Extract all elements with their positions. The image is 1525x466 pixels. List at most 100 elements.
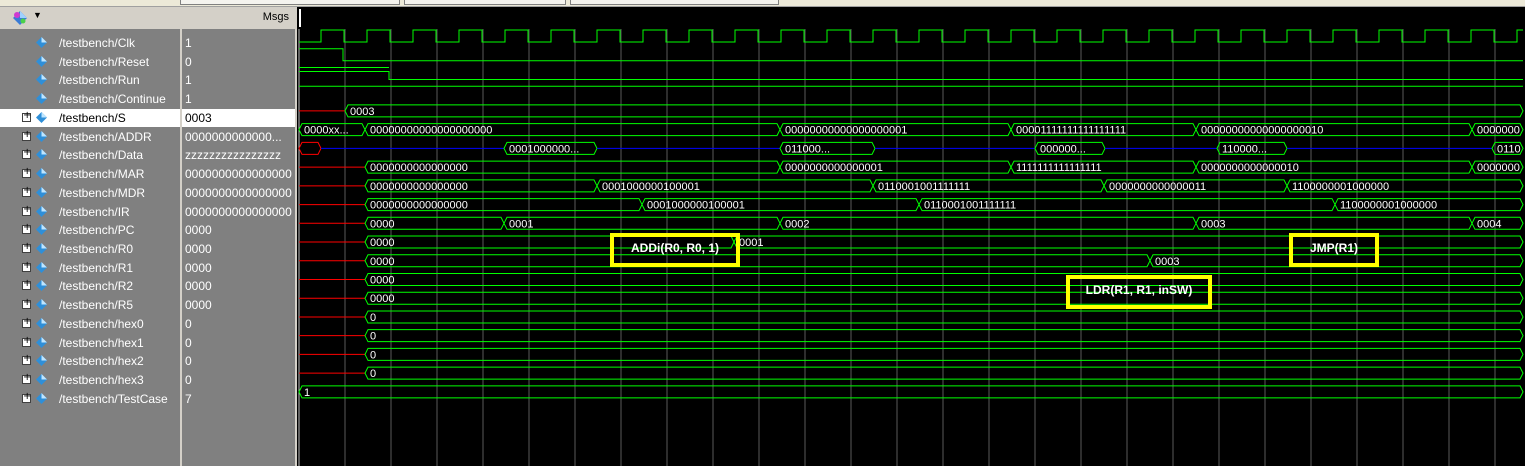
expand-icon[interactable]	[22, 391, 31, 403]
signal-row[interactable]: /testbench/Reset	[0, 53, 180, 71]
expand-icon[interactable]	[22, 260, 31, 272]
bus-signal-icon	[36, 243, 47, 255]
signal-row[interactable]: /testbench/hex1	[0, 334, 180, 352]
signal-value-row[interactable]: 0	[182, 315, 295, 333]
signal-row[interactable]: /testbench/hex0	[0, 315, 180, 333]
expand-icon[interactable]	[22, 204, 31, 216]
expand-icon[interactable]	[22, 185, 31, 197]
bus-signal-icon	[36, 299, 47, 311]
bus-value-label: 0000	[370, 274, 394, 286]
signal-value: 0000000000000...	[185, 129, 282, 144]
signal-name: /testbench/ADDR	[59, 129, 152, 144]
signal-name: /testbench/hex2	[59, 354, 144, 369]
expand-icon[interactable]	[22, 278, 31, 291]
waveform-pane[interactable]: 0003 0000xx... 00000000000000000000 0000000…	[297, 7, 1525, 466]
expand-icon[interactable]	[22, 297, 31, 310]
signal-value-row[interactable]: zzzzzzzzzzzzzzzz	[182, 146, 295, 164]
signal-value: 1	[185, 92, 192, 107]
signal-name: /testbench/Continue	[59, 92, 166, 107]
expand-icon[interactable]	[22, 222, 31, 235]
logic-signal-icon	[36, 37, 47, 48]
signal-value: 1	[185, 36, 192, 50]
signal-value-row[interactable]: 0000000000000000	[182, 165, 295, 183]
expand-icon[interactable]	[22, 335, 31, 347]
expand-icon[interactable]	[22, 166, 31, 179]
pane-tab[interactable]	[570, 0, 779, 5]
signal-row[interactable]: /testbench/hex3	[0, 371, 180, 389]
signal-value-row[interactable]: 0	[182, 53, 295, 71]
signal-value: 0	[185, 316, 192, 331]
signal-values-pane: Msgs 1 0 1 1 0003 0000000000000... zzzzzzzzzzz…	[182, 7, 295, 466]
expand-icon[interactable]	[22, 241, 31, 254]
annotation-jmp-text: JMP(R1)	[1309, 241, 1358, 255]
signal-value-row[interactable]: 0000000000000000	[182, 184, 295, 202]
signal-value-row[interactable]: 0	[182, 334, 295, 352]
signal-value: 0000	[185, 298, 212, 313]
annotation-addi-text: ADDi(R0, R0, 1)	[630, 241, 719, 255]
signal-row[interactable]: /testbench/R0	[0, 240, 180, 258]
bus-signal-icon	[36, 336, 47, 348]
bus-segment	[733, 235, 1524, 249]
signal-row[interactable]: /testbench/Continue	[0, 90, 180, 108]
chevron-down-icon[interactable]: ▼	[33, 10, 42, 20]
bus-value-label: 0000000000000001	[785, 162, 883, 174]
annotation-ldr-text: LDR(R1, R1, inSW)	[1085, 283, 1193, 297]
signal-row[interactable]: /testbench/TestCase	[0, 390, 180, 408]
expand-icon[interactable]	[22, 129, 31, 141]
bus-value-label: 0001000000100001	[602, 181, 700, 193]
msgs-label: Msgs	[262, 11, 289, 23]
signal-name: /testbench/hex0	[59, 316, 144, 331]
signal-row[interactable]: /testbench/S	[0, 108, 180, 127]
signal-row[interactable]: /testbench/MAR	[0, 165, 180, 183]
wave-logo-icon[interactable]	[12, 10, 28, 26]
signal-value-row[interactable]: 0000	[182, 240, 295, 258]
bus-value-label: 0000000000000011	[1109, 181, 1206, 193]
signal-value-row[interactable]: 0000000000000000	[182, 203, 295, 221]
signal-value-row[interactable]: 1	[182, 90, 295, 108]
signal-value-row[interactable]: 1	[182, 71, 295, 89]
signal-value-row[interactable]: 1	[182, 34, 295, 52]
signal-row[interactable]: /testbench/IR	[0, 203, 180, 221]
signal-name: /testbench/hex3	[59, 373, 144, 388]
signal-row[interactable]: /testbench/MDR	[0, 184, 180, 202]
signal-name: /testbench/IR	[59, 204, 130, 219]
logic-signal-icon	[36, 93, 47, 105]
signal-row[interactable]: /testbench/Run	[0, 71, 180, 89]
signal-value-row[interactable]: 7	[182, 390, 295, 408]
signal-value-row[interactable]: 0	[182, 371, 295, 389]
bus-value-label: 0	[370, 349, 376, 361]
signal-value-row[interactable]: 0	[182, 352, 295, 370]
signal-row[interactable]: /testbench/Data	[0, 146, 180, 164]
signal-row[interactable]: /testbench/R5	[0, 296, 180, 314]
bus-signal-icon	[36, 280, 47, 292]
expand-icon[interactable]	[22, 353, 31, 366]
signal-value-row[interactable]: 0000000000000...	[182, 128, 295, 146]
signal-value-row[interactable]: 0003	[182, 108, 295, 127]
signal-value-row[interactable]: 0000	[182, 259, 295, 277]
bus-value-label: 0000	[370, 218, 394, 230]
expand-icon[interactable]	[22, 372, 31, 385]
expand-icon[interactable]	[22, 147, 31, 160]
signal-name: /testbench/PC	[59, 223, 135, 238]
signal-value: zzzzzzzzzzzzzzzz	[185, 148, 281, 163]
signal-row[interactable]: /testbench/Clk	[0, 34, 180, 52]
signal-value-row[interactable]: 0000	[182, 296, 295, 314]
signal-row[interactable]: /testbench/R1	[0, 259, 180, 277]
signal-value: 0000000000000000	[185, 204, 292, 219]
pane-tab[interactable]	[180, 0, 400, 5]
signal-row[interactable]: /testbench/PC	[0, 221, 180, 239]
signal-value-row[interactable]: 0000	[182, 277, 295, 295]
signal-value: 0	[185, 354, 192, 369]
signal-value: 0000	[185, 260, 212, 275]
names-header: ▼	[0, 7, 180, 30]
signal-row[interactable]: /testbench/hex2	[0, 352, 180, 370]
signal-row[interactable]: /testbench/R2	[0, 277, 180, 295]
bus-value-label: 00001111111111111111	[1016, 125, 1126, 137]
signal-row[interactable]: /testbench/ADDR	[0, 128, 180, 146]
expand-icon[interactable]	[22, 316, 31, 328]
pane-tab[interactable]	[404, 0, 566, 5]
bus-signal-icon	[36, 261, 47, 273]
signal-name: /testbench/S	[59, 110, 126, 125]
signal-value-row[interactable]: 0000	[182, 221, 295, 239]
expand-icon[interactable]	[22, 110, 31, 122]
